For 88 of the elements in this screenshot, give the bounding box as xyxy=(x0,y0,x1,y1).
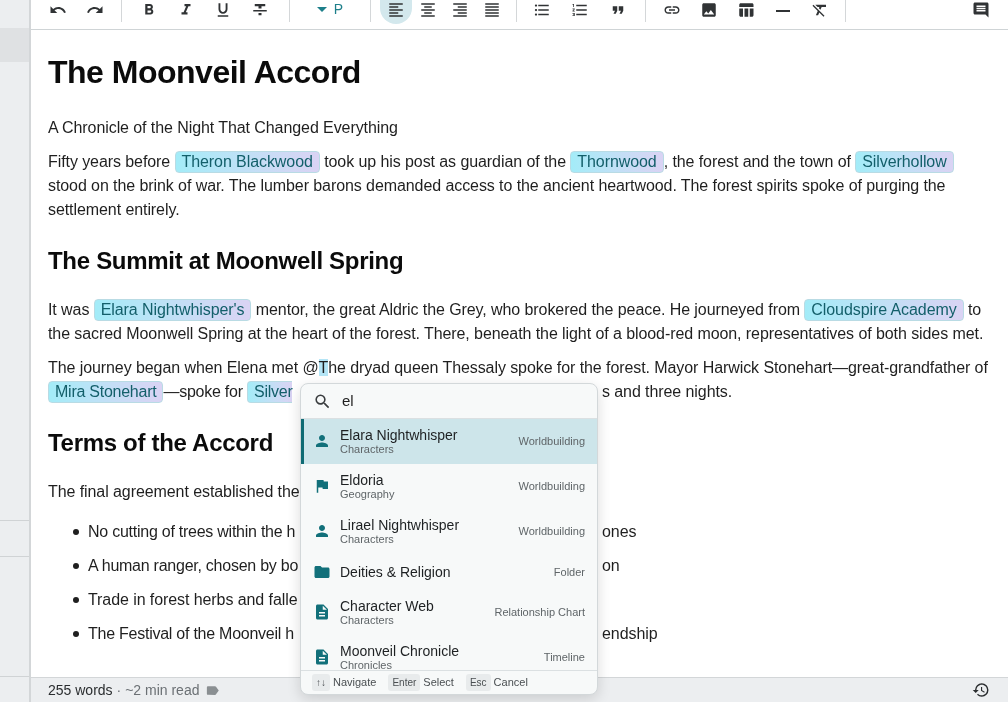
keyboard-key: Esc xyxy=(465,674,491,691)
list-item-text: The Festival of the Moonveil h xyxy=(88,625,294,642)
block-style-dropdown[interactable]: P xyxy=(300,0,360,22)
list-item-text: on xyxy=(602,557,620,574)
suggestion-category: Characters xyxy=(340,615,394,626)
history-icon xyxy=(972,681,990,699)
suggestion-title: Moonveil Chronicle xyxy=(340,643,460,660)
paragraph-text: s and three nights. xyxy=(602,383,733,400)
paragraph-text: the sacred Moonwell Spring at the heart of the forest. There, beneath the light of a blood-red moon, representatives of both sides met. xyxy=(48,325,984,342)
numbered-list-icon xyxy=(571,1,589,19)
mention-chip[interactable]: Elara Nightwhisper's xyxy=(93,299,252,321)
paragraph-text: It was xyxy=(48,301,91,318)
person-icon xyxy=(313,522,331,540)
table-icon xyxy=(737,1,755,19)
justify-icon xyxy=(483,1,501,19)
suggestion-item[interactable]: Deities & Religion Folder xyxy=(301,554,597,590)
image-icon xyxy=(700,1,718,19)
list-item-text: Trade in forest herbs and falle xyxy=(88,591,298,608)
suggestion-type: Worldbuilding xyxy=(518,436,585,447)
paragraph-text: A Chronicle of the Night That Changed Everything xyxy=(48,119,398,136)
suggestion-title: Elara Nightwhisper xyxy=(340,427,458,444)
caret-icon xyxy=(316,7,327,12)
suggestion-item[interactable]: Character Web Characters Relationship Chart xyxy=(301,590,597,635)
list-item-text: A human ranger, chosen by bo xyxy=(88,557,299,574)
paragraph-text: he dryad queen Thessaly spoke for the forest. Mayor Harwick Stonehart—great-grandfather of xyxy=(328,359,988,376)
align-center-icon xyxy=(419,1,437,19)
suggestion-item[interactable]: Moonveil Chronicle Chronicles Timeline xyxy=(301,635,597,670)
suggestion-category: Characters xyxy=(340,534,394,545)
mention-chip[interactable]: Theron Blackwood xyxy=(174,151,320,173)
suggestion-category: Characters xyxy=(340,444,394,455)
folder-icon xyxy=(313,563,331,581)
mention-chip[interactable]: Cloudspire Academy xyxy=(804,299,964,321)
paragraph-text: mentor, the great Aldric the Grey, who brokered the peace. He journeyed from xyxy=(254,301,801,318)
paragraph-text: The journey began when Elena met @ xyxy=(48,359,319,376)
paragraph-text: —spoke for xyxy=(163,383,244,400)
align-left-button[interactable] xyxy=(380,0,412,24)
align-left-icon xyxy=(387,1,405,19)
list-item-text: endship xyxy=(602,625,658,642)
section-heading: Terms of the Accord xyxy=(48,428,273,458)
comment-icon xyxy=(972,1,990,19)
suggestion-type: Worldbuilding xyxy=(518,526,585,537)
bullet-icon xyxy=(73,529,79,535)
bullet-icon xyxy=(73,631,79,637)
suggestion-title: Character Web xyxy=(340,598,434,615)
paragraph-text: stood on the brink of war. The lumber barons demanded access to the ancient heartwood. The forest spirits spoke of purging the xyxy=(48,177,946,194)
read-time: · ~2 min read xyxy=(116,680,200,700)
bullet-icon xyxy=(73,563,79,569)
history-button[interactable] xyxy=(972,681,990,699)
document-icon xyxy=(313,603,331,621)
list-item-text: ones xyxy=(602,523,637,540)
suggestion-title: Deities & Religion xyxy=(340,563,451,581)
mention-chip[interactable]: Mira Stonehart xyxy=(48,381,164,403)
mention-chip[interactable]: Thornwood xyxy=(570,151,664,173)
suggestion-type: Relationship Chart xyxy=(494,607,585,618)
highlighted-text: T xyxy=(318,359,329,376)
mention-chip[interactable]: Silver xyxy=(246,381,293,403)
suggestion-type: Worldbuilding xyxy=(518,481,585,492)
section-heading: The Summit at Moonwell Spring xyxy=(48,246,404,276)
suggestion-item[interactable]: Eldoria Geography Worldbuilding xyxy=(301,464,597,509)
paragraph-text: settlement entirely. xyxy=(48,201,180,218)
suggestion-item[interactable]: Lirael Nightwhisper Characters Worldbuilding xyxy=(301,509,597,554)
suggestion-title: Eldoria xyxy=(340,472,384,489)
word-count: 255 words xyxy=(48,680,113,700)
suggestion-category: Chronicles xyxy=(340,660,392,670)
keyboard-key: ↑↓ xyxy=(312,674,330,691)
suggestion-item[interactable]: Elara Nightwhisper Characters Worldbuilding xyxy=(301,419,597,464)
bullet-icon xyxy=(73,597,79,603)
keyboard-key: Enter xyxy=(388,674,421,691)
document-icon xyxy=(313,648,331,666)
mention-chip[interactable]: Silverhollow xyxy=(855,151,954,173)
hint-label: Cancel xyxy=(493,675,528,691)
suggestion-category: Geography xyxy=(340,489,395,500)
person-icon xyxy=(313,432,331,450)
suggestion-type: Timeline xyxy=(543,652,585,663)
suggestion-title: Lirael Nightwhisper xyxy=(340,517,460,534)
paragraph-text: Fifty years before xyxy=(48,153,172,170)
paragraph-text: to xyxy=(967,301,982,318)
search-icon xyxy=(313,391,332,411)
paragraph-text: , the forest and the town of xyxy=(663,153,852,170)
align-right-icon xyxy=(451,1,469,19)
list-item-text: No cutting of trees within the h xyxy=(88,523,296,540)
hint-label: Navigate xyxy=(333,675,377,691)
paragraph-text: The final agreement established the xyxy=(48,483,300,500)
hint-label: Select xyxy=(423,675,454,691)
document-title: The Moonveil Accord xyxy=(48,53,361,92)
suggestion-type: Folder xyxy=(553,566,585,578)
horizontal-rule-icon xyxy=(776,10,790,12)
paragraph-text: took up his post as guardian of the xyxy=(323,153,567,170)
